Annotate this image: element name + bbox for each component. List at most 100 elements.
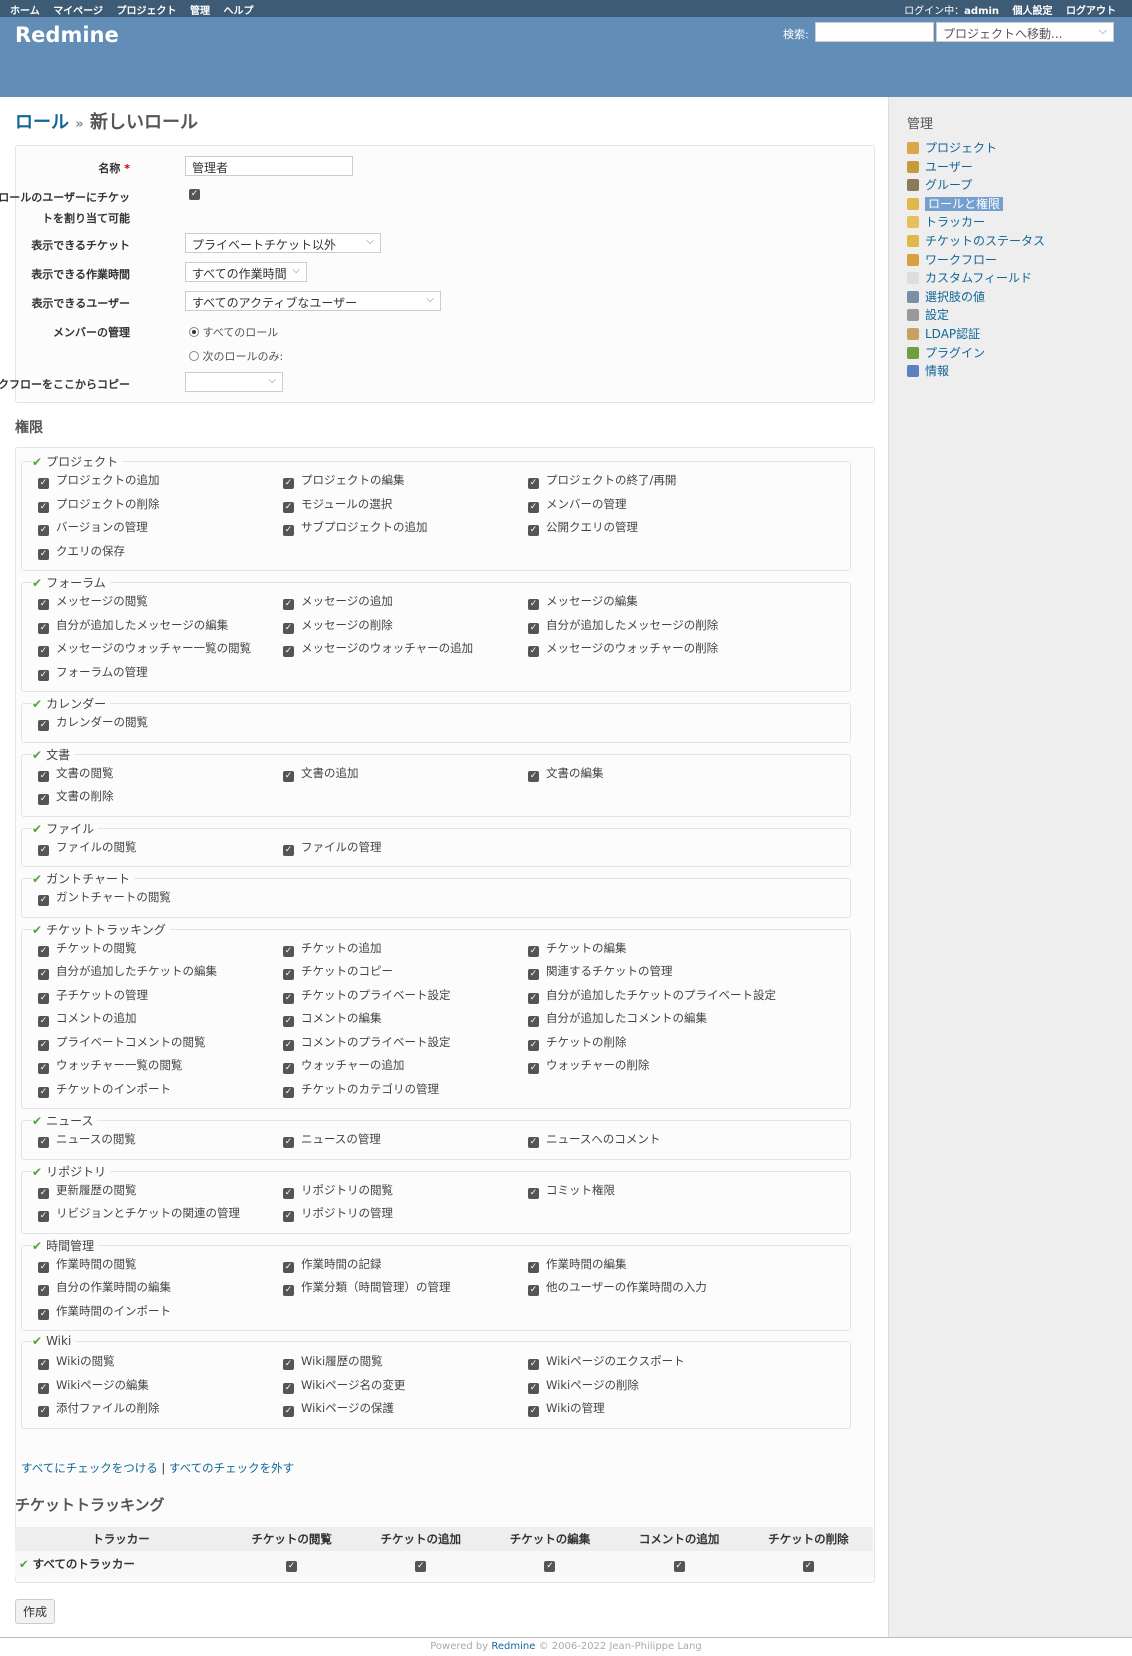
permission-checkbox[interactable]: ✓ xyxy=(528,501,539,513)
permission-checkbox[interactable]: ✓ xyxy=(283,770,294,782)
add-issues-checkbox[interactable]: ✓ xyxy=(415,1561,427,1572)
uncheck-all-link[interactable]: すべてのチェックを外す xyxy=(169,1461,294,1475)
name-input[interactable]: 管理者 xyxy=(185,156,353,176)
permission-checkbox[interactable]: ✓ xyxy=(38,525,49,536)
assignable-checkbox[interactable]: ✓ xyxy=(189,189,200,200)
permission-item[interactable]: ✓ 自分が追加したメッセージの削除 xyxy=(528,617,718,634)
member-some-option[interactable]: 次のロールのみ: xyxy=(189,348,283,364)
issues-visibility-select[interactable]: プライベートチケット以外 ⌵ xyxy=(185,233,381,253)
permission-checkbox[interactable]: ✓ xyxy=(38,1382,49,1394)
permission-item[interactable]: ✓ ニュースの管理 xyxy=(283,1131,381,1148)
permission-item[interactable]: ✓ ニュースの閲覧 xyxy=(38,1131,136,1148)
permission-checkbox[interactable]: ✓ xyxy=(38,969,49,980)
permission-item[interactable]: ✓ プライベートコメントの閲覧 xyxy=(38,1034,206,1051)
sidebar-item[interactable]: 設定 xyxy=(907,306,1045,325)
permission-checkbox[interactable]: ✓ xyxy=(528,1039,539,1051)
sidebar-item[interactable]: プロジェクト xyxy=(907,139,1045,158)
permission-item[interactable]: ✓ 作業時間の閲覧 xyxy=(38,1256,137,1273)
member-all-option[interactable]: すべてのロール xyxy=(189,324,278,340)
permission-item[interactable]: ✓ メッセージのウォッチャー一覧の閲覧 xyxy=(38,640,251,657)
permission-checkbox[interactable]: ✓ xyxy=(528,1063,539,1074)
permission-checkbox[interactable]: ✓ xyxy=(283,525,294,536)
permission-item[interactable]: ✓ 作業時間の編集 xyxy=(528,1256,627,1273)
permission-item[interactable]: ✓ 添付ファイルの削除 xyxy=(38,1400,160,1417)
permission-checkbox[interactable]: ✓ xyxy=(283,622,294,634)
permission-checkbox[interactable]: ✓ xyxy=(38,1016,49,1027)
permission-checkbox[interactable]: ✓ xyxy=(38,1285,49,1296)
check-icon[interactable]: ✔ xyxy=(32,822,42,836)
permission-checkbox[interactable]: ✓ xyxy=(38,501,49,513)
permission-item[interactable]: ✓ Wikiの管理 xyxy=(528,1400,605,1417)
permission-item[interactable]: ✓ バージョンの管理 xyxy=(38,519,148,536)
permission-checkbox[interactable]: ✓ xyxy=(283,992,294,1004)
permission-checkbox[interactable]: ✓ xyxy=(283,1382,294,1394)
permission-checkbox[interactable]: ✓ xyxy=(528,770,539,782)
permission-item[interactable]: ✓ 文書の閲覧 xyxy=(38,765,114,782)
check-icon[interactable]: ✔ xyxy=(32,748,42,762)
permission-item[interactable]: ✓ リビジョンとチケットの関連の管理 xyxy=(38,1205,240,1222)
permission-item[interactable]: ✓ 更新履歴の閲覧 xyxy=(38,1182,137,1199)
users-visibility-select[interactable]: すべてのアクティブなユーザー ⌵ xyxy=(185,291,441,311)
check-icon[interactable]: ✔ xyxy=(32,923,42,937)
permission-checkbox[interactable]: ✓ xyxy=(528,622,539,634)
top-menu-admin[interactable]: 管理 xyxy=(190,6,210,17)
logout-link[interactable]: ログアウト xyxy=(1066,6,1116,17)
permission-checkbox[interactable]: ✓ xyxy=(38,844,49,856)
project-jump-select[interactable]: プロジェクトへ移動... ⌵ xyxy=(936,22,1114,42)
sidebar-item[interactable]: 選択肢の値 xyxy=(907,288,1045,307)
permission-checkbox[interactable]: ✓ xyxy=(283,969,294,980)
check-icon[interactable]: ✔ xyxy=(32,872,42,886)
permission-checkbox[interactable]: ✓ xyxy=(283,646,294,657)
permission-item[interactable]: ✓ 文書の編集 xyxy=(528,765,604,782)
view-issues-checkbox[interactable]: ✓ xyxy=(286,1561,298,1572)
check-icon[interactable]: ✔ xyxy=(32,1334,42,1348)
member-some-radio[interactable] xyxy=(189,351,199,361)
permission-item[interactable]: ✓ 関連するチケットの管理 xyxy=(528,963,673,980)
top-menu-my-page[interactable]: マイページ xyxy=(53,6,103,17)
permission-checkbox[interactable]: ✓ xyxy=(38,1086,49,1098)
permission-item[interactable]: ✓ メッセージのウォッチャーの削除 xyxy=(528,640,718,657)
copy-workflow-select[interactable]: ⌵ xyxy=(185,372,283,392)
permission-checkbox[interactable]: ✓ xyxy=(38,992,49,1004)
permission-checkbox[interactable]: ✓ xyxy=(38,1261,49,1273)
permission-item[interactable]: ✓ ウォッチャー一覧の閲覧 xyxy=(38,1057,182,1074)
permission-checkbox[interactable]: ✓ xyxy=(528,646,539,657)
member-all-radio[interactable] xyxy=(189,327,199,337)
sidebar-item[interactable]: カスタムフィールド xyxy=(907,269,1045,288)
permission-checkbox[interactable]: ✓ xyxy=(38,1406,49,1417)
permission-checkbox[interactable]: ✓ xyxy=(283,599,294,610)
permission-checkbox[interactable]: ✓ xyxy=(528,1382,539,1394)
permission-checkbox[interactable]: ✓ xyxy=(528,992,539,1004)
permission-checkbox[interactable]: ✓ xyxy=(283,1211,294,1222)
check-icon[interactable]: ✔ xyxy=(32,576,42,590)
sidebar-item[interactable]: トラッカー xyxy=(907,213,1045,232)
permission-checkbox[interactable]: ✓ xyxy=(38,1063,49,1074)
permission-item[interactable]: ✓ ガントチャートの閲覧 xyxy=(38,889,171,906)
create-button[interactable]: 作成 xyxy=(15,1599,56,1624)
permission-checkbox[interactable]: ✓ xyxy=(528,599,539,610)
permission-item[interactable]: ✓ コメントの追加 xyxy=(38,1010,137,1027)
permission-checkbox[interactable]: ✓ xyxy=(283,1137,294,1148)
permission-item[interactable]: ✓ メンバーの管理 xyxy=(528,496,627,513)
site-title[interactable]: Redmine xyxy=(15,23,119,47)
permission-checkbox[interactable]: ✓ xyxy=(283,1063,294,1074)
permission-checkbox[interactable]: ✓ xyxy=(38,720,49,731)
permission-checkbox[interactable]: ✓ xyxy=(528,1285,539,1296)
permission-checkbox[interactable]: ✓ xyxy=(38,794,49,805)
sidebar-item[interactable]: グループ xyxy=(907,176,1045,195)
permission-item[interactable]: ✓ サブプロジェクトの追加 xyxy=(283,519,428,536)
sidebar-item[interactable]: ワークフロー xyxy=(907,251,1045,270)
delete-issues-checkbox[interactable]: ✓ xyxy=(802,1561,814,1572)
search-input[interactable] xyxy=(815,22,934,42)
permission-checkbox[interactable]: ✓ xyxy=(283,1359,294,1370)
sidebar-item[interactable]: プラグイン xyxy=(907,344,1045,363)
top-menu-projects[interactable]: プロジェクト xyxy=(116,6,176,17)
permission-checkbox[interactable]: ✓ xyxy=(528,1187,539,1199)
permission-item[interactable]: ✓ ファイルの閲覧 xyxy=(38,839,137,856)
sidebar-item[interactable]: ロールと権限 xyxy=(907,195,1045,214)
permission-item[interactable]: ✓ 文書の削除 xyxy=(38,788,114,805)
breadcrumb-roles-link[interactable]: ロール xyxy=(15,112,69,133)
permission-item[interactable]: ✓ コメントの編集 xyxy=(283,1010,382,1027)
permission-item[interactable]: ✓ 作業時間のインポート xyxy=(38,1303,171,1320)
permission-item[interactable]: ✓ 自分が追加したチケットの編集 xyxy=(38,963,217,980)
